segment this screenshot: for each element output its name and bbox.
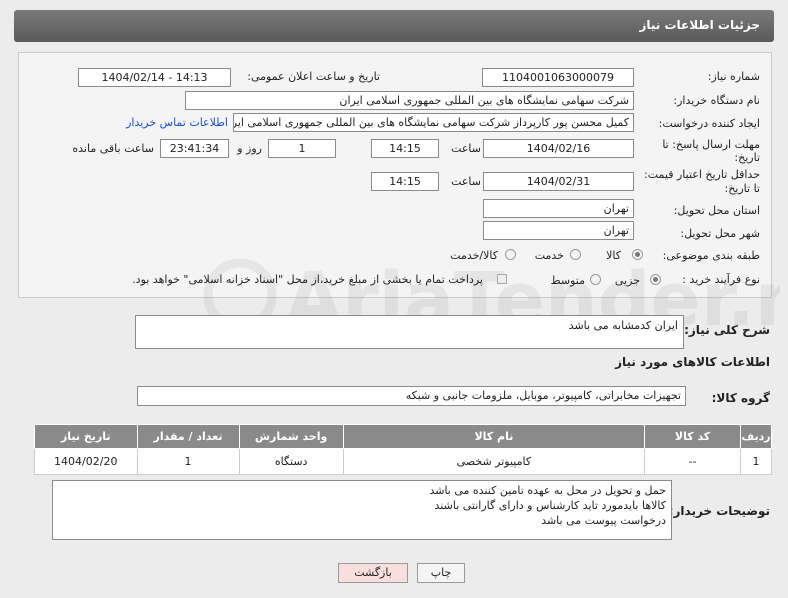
cell-unit: دستگاه [238,448,344,475]
category-option-service: خدمت [534,249,564,262]
price-validity-date-field: 1404/02/31 [483,172,634,191]
buyer-notes-line-2: کالاها بایدمورد تاید کارشناس و دارای گار… [434,499,666,512]
price-validity-label-2: تا تاریخ: [724,182,760,195]
items-section-title: اطلاعات کالاهای مورد نیاز [615,355,770,369]
back-button[interactable]: بازگشت [338,563,408,583]
category-option-goods-service: کالا/خدمت [450,249,498,262]
response-time-field: 14:15 [371,139,439,158]
delivery-province-label: استان محل تحویل: [673,204,760,217]
cell-code: -- [644,448,742,475]
need-number-label: شماره نیاز: [707,70,760,83]
buyer-notes-line-1: حمل و تحویل در محل به عهده تامین کننده م… [429,484,666,497]
need-number-field: 1104001063000079 [482,68,634,87]
category-label: طبقه بندی موضوعی: [662,249,760,262]
col-header-need-date: تاریخ نیاز [34,424,138,449]
purchase-process-label: نوع فرآیند خرید : [682,273,760,286]
process-option-medium: متوسط [550,274,585,287]
col-header-quantity: تعداد / مقدار [136,424,240,449]
cell-row-no: 1 [740,448,772,475]
process-radio-minor[interactable] [650,274,661,285]
category-radio-service[interactable] [570,249,581,260]
delivery-city-field: تهران [483,221,634,240]
page-header: جزئیات اطلاعات نیاز [14,10,774,42]
process-radio-medium[interactable] [590,274,601,285]
description-textarea: ایران کدمشابه می باشد [135,315,684,349]
col-header-name: نام کالا [342,424,646,449]
goods-group-label: گروه کالا: [711,391,770,405]
table-header-row: ردیف کد کالا نام کالا واحد شمارش تعداد /… [34,424,772,449]
response-deadline-label: مهلت ارسال پاسخ: تا [662,138,760,151]
announce-datetime-field: 1404/02/14 - 14:13 [78,68,231,87]
category-radio-goods-service[interactable] [505,249,516,260]
remaining-time-field: 23:41:34 [160,139,229,158]
buyer-notes-label: توضیحات خریدار: [668,504,770,518]
response-days-label: روز و [237,142,262,155]
price-validity-label: حداقل تاریخ اعتبار قیمت: [644,168,760,181]
response-deadline-label-2: تاریخ: [734,151,760,164]
buyer-contact-link[interactable]: اطلاعات تماس خریدار [126,116,228,129]
category-option-goods: کالا [606,249,621,262]
response-date-field: 1404/02/16 [483,139,634,158]
col-header-unit: واحد شمارش [238,424,344,449]
price-validity-time-field: 14:15 [371,172,439,191]
buyer-org-field: شرکت سهامی نمایشگاه های بین المللی جمهور… [185,91,634,110]
buyer-org-label: نام دستگاه خریدار: [673,94,760,107]
items-table: ردیف کد کالا نام کالا واحد شمارش تعداد /… [34,424,772,475]
print-button[interactable]: چاپ [417,563,465,583]
page-title: جزئیات اطلاعات نیاز [639,18,760,32]
response-time-label: ساعت [451,142,481,155]
remaining-time-label: ساعت باقی مانده [72,142,154,155]
goods-group-field: تجهیزات مخابراتی، کامپیوتر، موبایل، ملزو… [137,386,686,406]
process-option-minor: جزیی [614,274,640,287]
response-days-field: 1 [268,139,336,158]
table-row: 1 -- کامپیوتر شخصی دستگاه 1 1404/02/20 [34,448,772,475]
treasury-payment-note: پرداخت تمام یا بخشی از مبلغ خرید،از محل … [132,273,483,286]
creator-field: کمیل محسن پور کارپرداز شرکت سهامی نمایشگ… [233,113,634,132]
cell-name: کامپیوتر شخصی [342,448,646,475]
price-validity-time-label: ساعت [451,175,481,188]
cell-quantity: 1 [136,448,240,475]
col-header-code: کد کالا [644,424,742,449]
cell-need-date: 1404/02/20 [34,448,138,475]
buyer-notes-textarea: حمل و تحویل در محل به عهده تامین کننده م… [52,480,672,540]
delivery-province-field: تهران [483,199,634,218]
category-radio-goods[interactable] [632,249,643,260]
col-header-row-no: ردیف [740,424,772,449]
description-label: شرح کلی نیاز: [684,323,770,337]
treasury-payment-checkbox[interactable] [497,274,507,284]
delivery-city-label: شهر محل تحویل: [680,227,760,240]
creator-label: ایجاد کننده درخواست: [658,117,760,130]
announce-datetime-label: تاریخ و ساعت اعلان عمومی: [247,70,380,83]
buyer-notes-line-3: درخواست پیوست می باشد [541,514,666,527]
